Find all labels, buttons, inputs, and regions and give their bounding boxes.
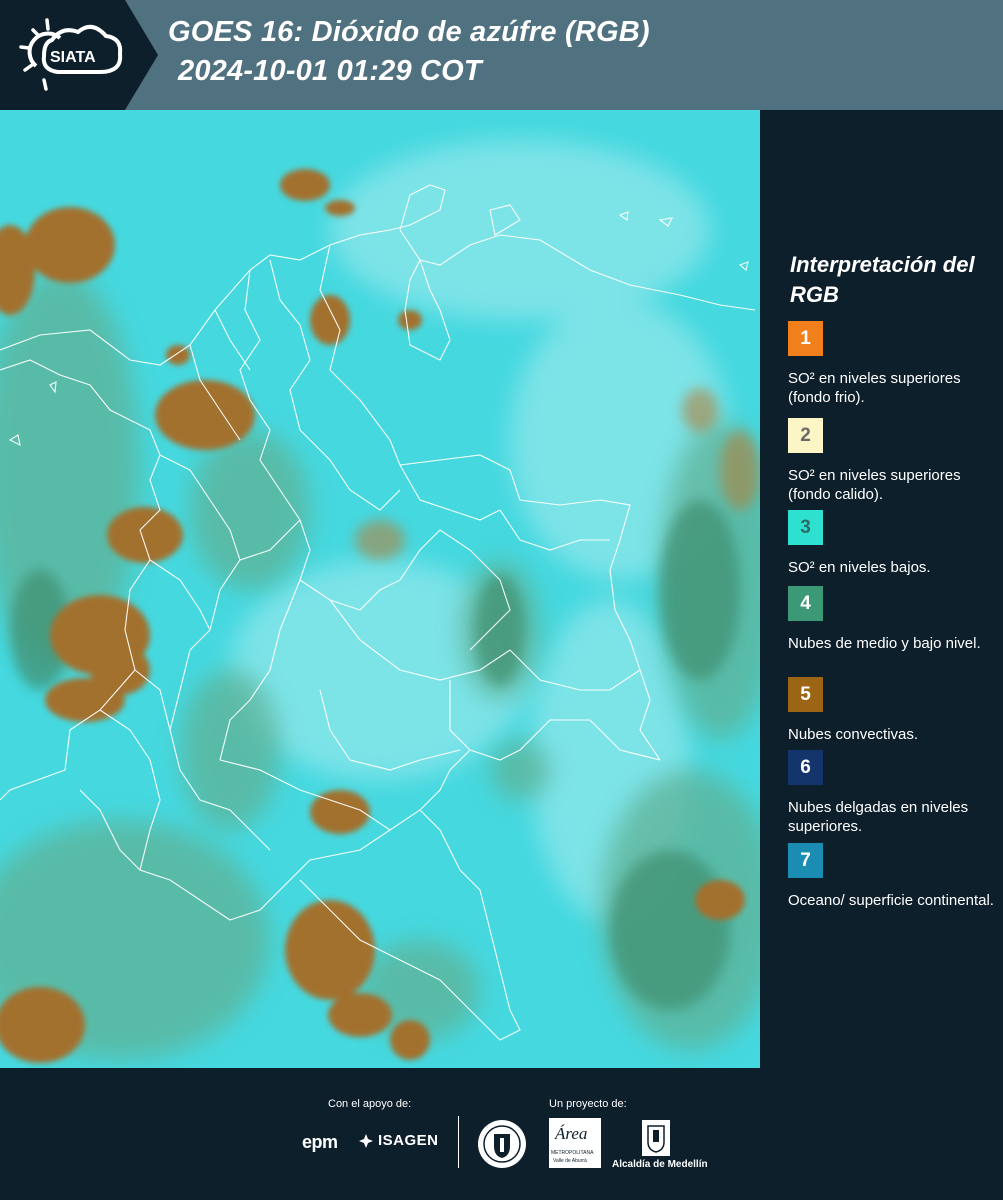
legend-item-1: 1 SO² en niveles superiores (fondo frio)… bbox=[788, 321, 998, 407]
legend-swatch-1: 1 bbox=[788, 321, 823, 356]
legend-item-6: 6 Nubes delgadas en niveles superiores. bbox=[788, 750, 998, 836]
project-label: Un proyecto de: bbox=[549, 1098, 627, 1110]
legend-swatch-3: 3 bbox=[788, 510, 823, 545]
siata-logo: SIATA bbox=[0, 0, 160, 110]
legend-label-4: Nubes de medio y bajo nivel. bbox=[788, 635, 981, 652]
area-logo-subtext-2: Valle de Aburrá bbox=[553, 1158, 587, 1164]
medellin-seal-icon bbox=[478, 1120, 526, 1168]
siata-brand-text: SIATA bbox=[50, 49, 96, 66]
legend-swatch-5: 5 bbox=[788, 677, 823, 712]
footer-divider bbox=[458, 1116, 459, 1168]
footer: Con el apoyo de: Un proyecto de: epm ISA… bbox=[0, 1068, 1003, 1200]
legend-label-5: Nubes convectivas. bbox=[788, 726, 919, 743]
legend-title: Interpretación del RGB bbox=[790, 252, 975, 307]
legend-swatch-4: 4 bbox=[788, 586, 823, 621]
legend-label-1: SO² en niveles superiores (fondo frio). bbox=[788, 370, 961, 406]
legend-item-7: 7 Oceano/ superficie continental. bbox=[788, 843, 998, 910]
legend-panel: Interpretación del RGB 1 SO² en niveles … bbox=[760, 110, 1003, 1068]
alcaldia-crest-icon bbox=[642, 1120, 670, 1156]
page-title: GOES 16: Dióxido de azúfre (RGB) bbox=[168, 16, 650, 48]
legend-item-3: 3 SO² en niveles bajos. bbox=[788, 510, 998, 577]
epm-logo: epm bbox=[302, 1132, 338, 1152]
legend-item-5: 5 Nubes convectivas. bbox=[788, 677, 998, 744]
support-label: Con el apoyo de: bbox=[328, 1098, 412, 1110]
legend-swatch-2: 2 bbox=[788, 418, 823, 453]
legend-item-2: 2 SO² en niveles superiores (fondo calid… bbox=[788, 418, 998, 504]
legend-swatch-7: 7 bbox=[788, 843, 823, 878]
timestamp-title: 2024-10-01 01:29 COT bbox=[178, 55, 482, 87]
area-logo-subtext: METROPOLITANA bbox=[551, 1150, 594, 1156]
area-logo-text: Área bbox=[555, 1124, 588, 1143]
isagen-logo: ISAGEN bbox=[358, 1132, 439, 1149]
legend-label-3: SO² en niveles bajos. bbox=[788, 559, 931, 576]
legend-label-6: Nubes delgadas en niveles superiores. bbox=[788, 799, 969, 835]
isagen-icon bbox=[359, 1133, 373, 1148]
satellite-map bbox=[0, 110, 760, 1068]
legend-swatch-6: 6 bbox=[788, 750, 823, 785]
legend-item-4: 4 Nubes de medio y bajo nivel. bbox=[788, 586, 998, 653]
legend-label-7: Oceano/ superficie continental. bbox=[788, 892, 994, 909]
header-bar: SIATA GOES 16: Dióxido de azúfre (RGB) 2… bbox=[0, 0, 1003, 110]
alcaldia-label: Alcaldía de Medellín bbox=[612, 1159, 708, 1170]
legend-label-2: SO² en niveles superiores (fondo calido)… bbox=[788, 467, 961, 503]
area-metropolitana-logo: Área METROPOLITANA Valle de Aburrá bbox=[549, 1118, 601, 1168]
isagen-text: ISAGEN bbox=[378, 1132, 439, 1149]
